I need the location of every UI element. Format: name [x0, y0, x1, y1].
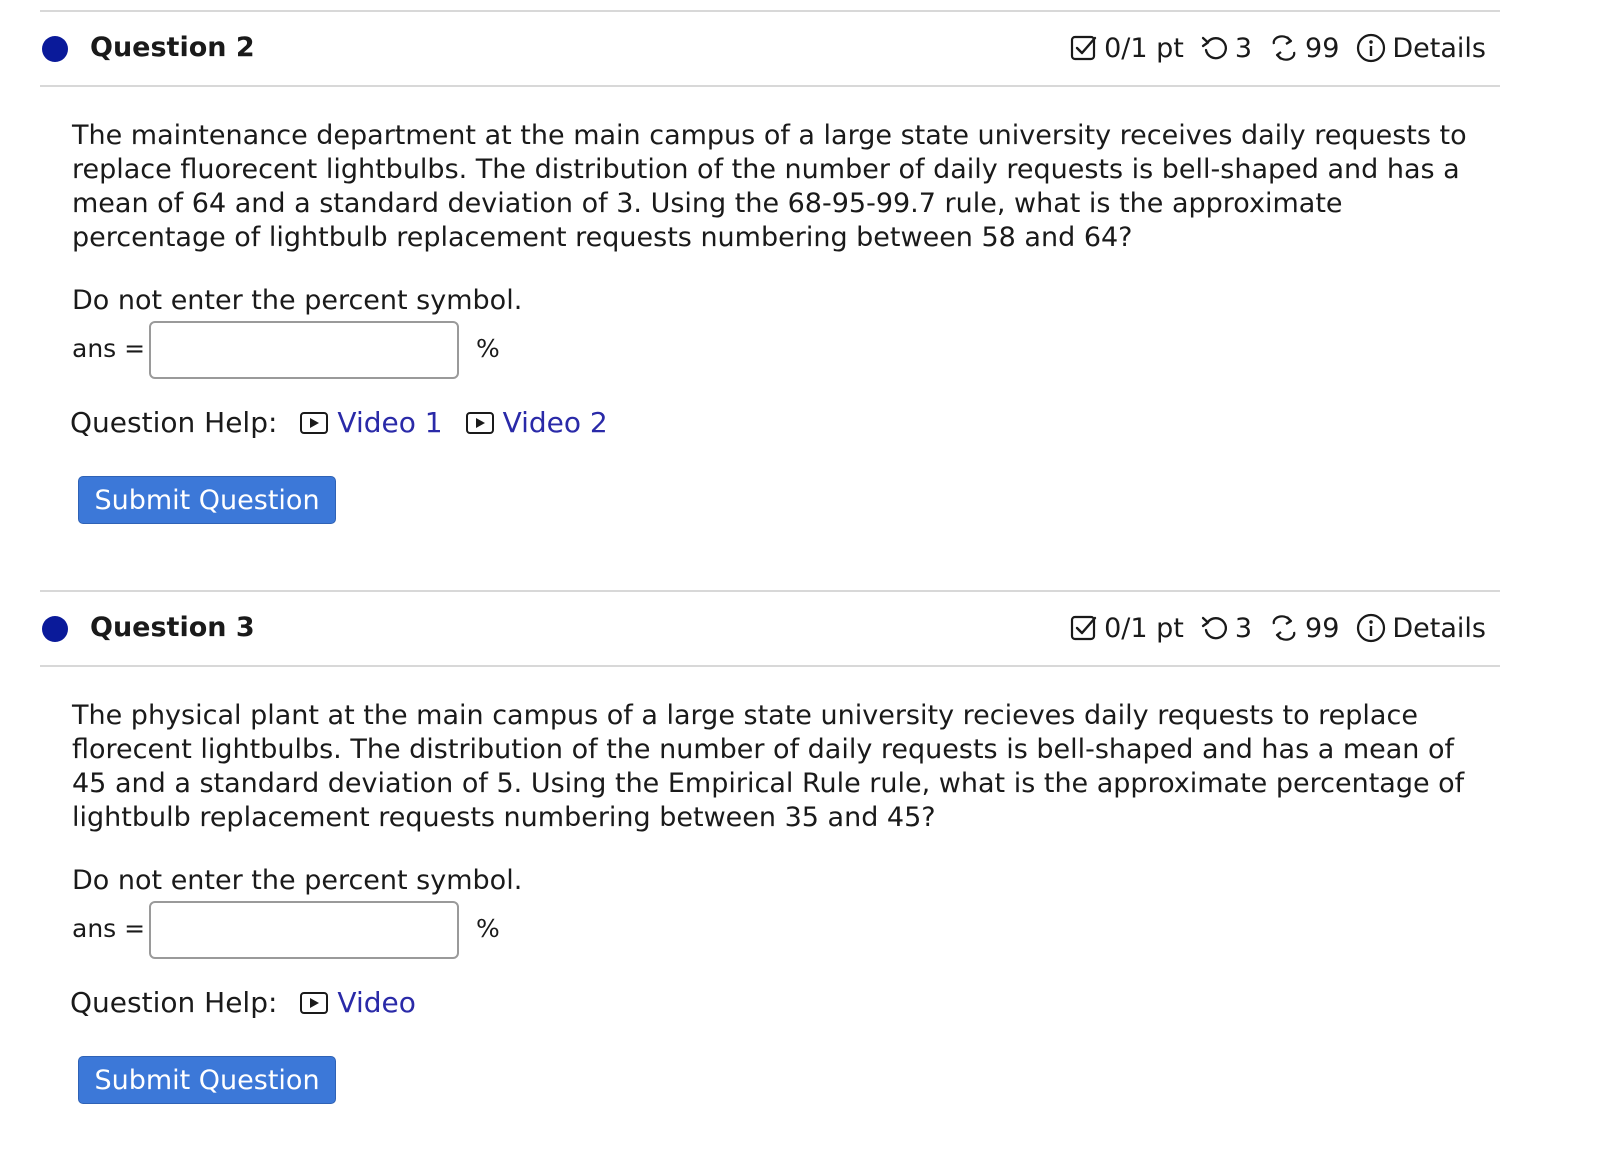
info-icon: [1357, 33, 1386, 63]
video-1-link[interactable]: Video 1: [299, 406, 443, 439]
retry-count: 3: [1234, 612, 1253, 644]
checkbox-icon: [1070, 615, 1097, 641]
question-title: Question 2: [90, 32, 255, 63]
details-label: Details: [1392, 612, 1486, 644]
answer-input[interactable]: [149, 321, 459, 379]
retry-icon: [1201, 36, 1227, 60]
help-label: Question Help:: [70, 986, 278, 1019]
attempts-count: 99: [1305, 32, 1340, 64]
video-1-label: Video 1: [337, 406, 443, 439]
status-dot-icon: [42, 616, 68, 642]
question-2-block: Question 2 0/1 pt 3 99 Details The maint…: [0, 0, 1598, 580]
score-group: 0/1 pt: [1069, 33, 1184, 64]
submit-question-button[interactable]: Submit Question: [78, 476, 336, 524]
video-play-icon: [300, 991, 329, 1014]
question-meta: 0/1 pt 3 99 Details: [1053, 612, 1486, 644]
checkbox-icon: [1070, 35, 1097, 61]
details-link[interactable]: Details: [1355, 32, 1486, 64]
info-icon: [1357, 613, 1386, 643]
ans-label: ans =: [72, 334, 146, 363]
header-divider: [40, 665, 1500, 667]
score-text: 0/1 pt: [1104, 32, 1184, 64]
percent-unit: %: [476, 914, 500, 943]
score-group: 0/1 pt: [1069, 613, 1184, 644]
attempts-icon: [1272, 35, 1296, 61]
question-body: The maintenance department at the main c…: [72, 120, 1467, 253]
retry-count: 3: [1234, 32, 1253, 64]
video-label: Video: [337, 986, 416, 1019]
attempts-count: 99: [1305, 612, 1340, 644]
score-text: 0/1 pt: [1104, 612, 1184, 644]
question-help: Question Help: Video: [70, 986, 438, 1019]
video-2-label: Video 2: [502, 406, 608, 439]
question-meta: 0/1 pt 3 99 Details: [1053, 32, 1486, 64]
attempts-group: 99: [1268, 612, 1339, 644]
status-dot-icon: [42, 36, 68, 62]
top-divider: [40, 590, 1500, 592]
instruction-note: Do not enter the percent symbol.: [72, 285, 523, 316]
video-play-icon: [465, 411, 494, 434]
question-title: Question 3: [90, 612, 255, 643]
question-3-block: Question 3 0/1 pt 3 99 Details The physi…: [0, 580, 1598, 1154]
help-label: Question Help:: [70, 406, 278, 439]
attempts-group: 99: [1268, 32, 1339, 64]
video-link[interactable]: Video: [299, 986, 416, 1019]
video-2-link[interactable]: Video 2: [465, 406, 608, 439]
details-label: Details: [1392, 32, 1486, 64]
header-divider: [40, 85, 1500, 87]
retry-group: 3: [1200, 33, 1252, 64]
submit-question-button[interactable]: Submit Question: [78, 1056, 336, 1104]
question-help: Question Help: Video 1 Video 2: [70, 406, 630, 439]
attempts-icon: [1272, 615, 1296, 641]
percent-unit: %: [476, 334, 500, 363]
video-play-icon: [300, 411, 329, 434]
answer-input[interactable]: [149, 901, 459, 959]
question-body: The physical plant at the main campus of…: [72, 700, 1465, 833]
instruction-note: Do not enter the percent symbol.: [72, 865, 523, 896]
details-link[interactable]: Details: [1355, 612, 1486, 644]
ans-label: ans =: [72, 914, 146, 943]
retry-icon: [1201, 616, 1227, 640]
top-divider: [40, 10, 1500, 12]
retry-group: 3: [1200, 613, 1252, 644]
